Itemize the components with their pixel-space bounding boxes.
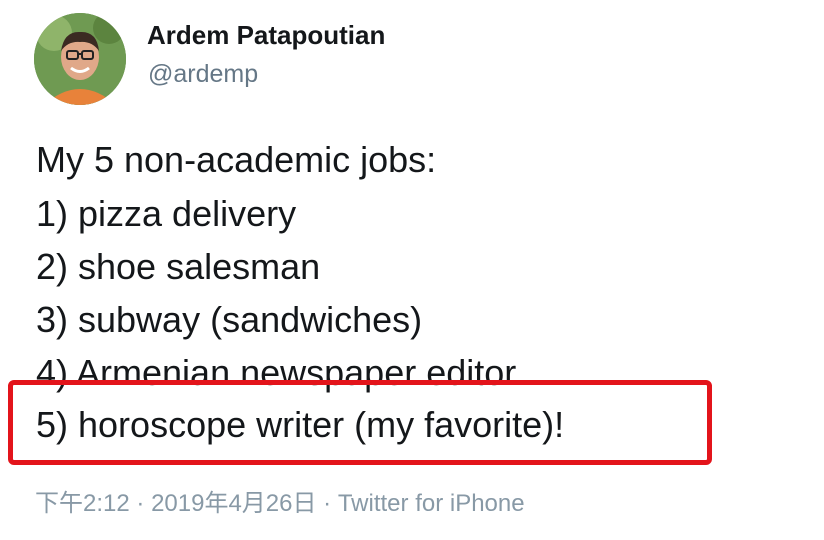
tweet-line-job-3: 3) subway (sandwiches): [36, 299, 423, 340]
highlight-annotation-box: [8, 380, 712, 465]
tweet-line-job-1: 1) pizza delivery: [36, 193, 297, 234]
meta-separator: ·: [323, 490, 332, 517]
tweet-line-job-2: 2) shoe salesman: [36, 246, 321, 287]
person-photo-icon: [34, 13, 126, 105]
tweet-card: Ardem Patapoutian @ardemp My 5 non-acade…: [0, 0, 824, 540]
tweet-source[interactable]: Twitter for iPhone: [338, 490, 525, 517]
tweet-meta: 下午2:12 · 2019年4月26日 · Twitter for iPhone: [35, 483, 525, 518]
tweet-line-intro: My 5 non-academic jobs:: [36, 139, 437, 180]
display-name[interactable]: Ardem Patapoutian: [147, 20, 385, 51]
tweet-date[interactable]: 2019年4月26日: [151, 490, 316, 517]
user-handle[interactable]: @ardemp: [148, 60, 258, 89]
meta-separator: ·: [136, 490, 145, 517]
tweet-time[interactable]: 下午2:12: [35, 490, 130, 517]
avatar[interactable]: [34, 13, 126, 105]
